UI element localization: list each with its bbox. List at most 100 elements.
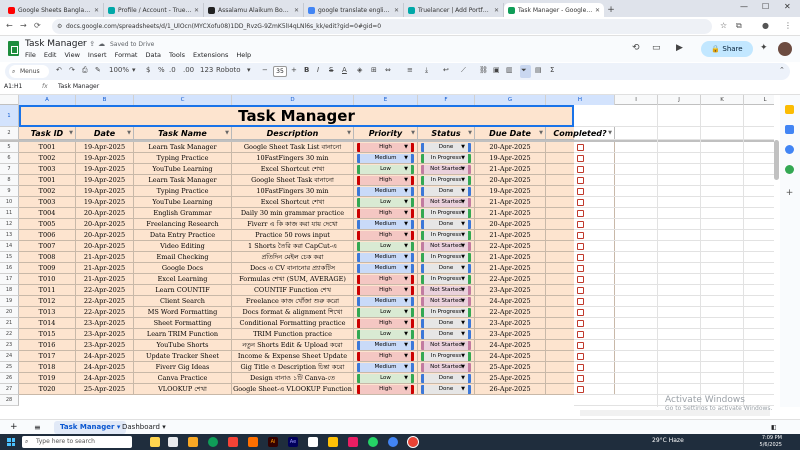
cell-name[interactable]: YouTube Learning: [134, 197, 232, 208]
cell-name[interactable]: Learn Task Manager: [134, 175, 232, 186]
forward-icon[interactable]: →: [20, 21, 27, 30]
windows-start-icon[interactable]: [7, 438, 15, 446]
priority-dropdown-chip[interactable]: Low ▼: [357, 165, 414, 174]
cell-date[interactable]: 21-Apr-2025: [76, 263, 134, 274]
priority-dropdown-chip[interactable]: High ▼: [357, 176, 414, 185]
status-dropdown-chip[interactable]: In Progress ▼: [421, 154, 471, 163]
cell-due[interactable]: 23-Apr-2025: [475, 285, 546, 296]
row-header[interactable]: 24: [0, 351, 19, 362]
chevron-down-icon[interactable]: ▼: [461, 176, 465, 185]
status-dropdown-chip[interactable]: In Progress ▼: [421, 209, 471, 218]
cell-date[interactable]: 22-Apr-2025: [76, 307, 134, 318]
cell-desc[interactable]: 1 Shorts তৈরি করা CapCut-এ: [232, 241, 354, 252]
cell-due[interactable]: 21-Apr-2025: [475, 164, 546, 175]
text-rotation-icon[interactable]: ⟋: [461, 66, 466, 75]
cell-date[interactable]: 24-Apr-2025: [76, 351, 134, 362]
close-window-icon[interactable]: ✕: [784, 2, 791, 11]
increase-decimal-button[interactable]: .00: [183, 66, 194, 74]
app-icon-white[interactable]: [308, 437, 318, 447]
illustrator-icon[interactable]: Ai: [268, 437, 278, 447]
cell-date[interactable]: 21-Apr-2025: [76, 274, 134, 285]
close-icon[interactable]: ✕: [494, 7, 499, 14]
chevron-down-icon[interactable]: ▾: [247, 66, 251, 74]
app-icon-red[interactable]: [228, 437, 238, 447]
percent-format-button[interactable]: %: [158, 66, 165, 74]
chevron-down-icon[interactable]: ▼: [461, 330, 465, 339]
chevron-down-icon[interactable]: ▼: [461, 385, 465, 394]
cell-date[interactable]: 20-Apr-2025: [76, 230, 134, 241]
filter-dropdown-icon[interactable]: ▼: [539, 127, 543, 140]
redo-icon[interactable]: ↷: [69, 66, 75, 74]
currency-format-button[interactable]: $: [146, 66, 150, 74]
vertical-scrollbar[interactable]: [774, 140, 779, 180]
column-header-c[interactable]: C: [134, 95, 232, 105]
priority-dropdown-chip[interactable]: Low ▼: [357, 330, 414, 339]
priority-dropdown-chip[interactable]: Medium ▼: [357, 363, 414, 372]
chevron-down-icon[interactable]: ▼: [404, 220, 408, 229]
priority-dropdown-chip[interactable]: Medium ▼: [357, 154, 414, 163]
cell-id[interactable]: T014: [19, 318, 76, 329]
cell-desc[interactable]: প্রতিদিন মেইল চেক করা: [232, 252, 354, 263]
cell-desc[interactable]: 10FastFingers 30 min: [232, 186, 354, 197]
cell-desc[interactable]: নতুন Shorts Edit & Upload করো: [232, 340, 354, 351]
priority-dropdown-chip[interactable]: High ▼: [357, 209, 414, 218]
chevron-down-icon[interactable]: ▾: [162, 423, 166, 431]
chevron-down-icon[interactable]: ▼: [404, 385, 408, 394]
row-header[interactable]: 9: [0, 186, 19, 197]
cell-desc[interactable]: Gig Title ও Description চিন্তা করো: [232, 362, 354, 373]
priority-dropdown-chip[interactable]: High ▼: [357, 275, 414, 284]
cell-desc[interactable]: Excel Shortcut শেখা: [232, 197, 354, 208]
borders-icon[interactable]: ⊞: [371, 66, 377, 74]
row-header[interactable]: 12: [0, 219, 19, 230]
row-header[interactable]: 27: [0, 384, 19, 395]
vertical-align-icon[interactable]: ⤓: [425, 66, 428, 75]
cell-name[interactable]: Freelancing Research: [134, 219, 232, 230]
cell-id[interactable]: T020: [19, 384, 76, 395]
edge-icon[interactable]: [208, 437, 218, 447]
priority-dropdown-chip[interactable]: High ▼: [357, 231, 414, 240]
close-icon[interactable]: ✕: [595, 7, 600, 14]
status-dropdown-chip[interactable]: Done ▼: [421, 330, 471, 339]
chevron-down-icon[interactable]: ▼: [461, 165, 465, 174]
cell-due[interactable]: 19-Apr-2025: [475, 153, 546, 164]
menu-insert[interactable]: Insert: [88, 51, 107, 59]
cell-date[interactable]: 20-Apr-2025: [76, 241, 134, 252]
cell-due[interactable]: 24-Apr-2025: [475, 351, 546, 362]
extensions-icon[interactable]: ⧉: [736, 21, 742, 31]
status-dropdown-chip[interactable]: In Progress ▼: [421, 352, 471, 361]
cell-id[interactable]: T006: [19, 230, 76, 241]
cell-id[interactable]: T008: [19, 252, 76, 263]
chevron-down-icon[interactable]: ▼: [404, 352, 408, 361]
cell-date[interactable]: 25-Apr-2025: [76, 384, 134, 395]
chevron-down-icon[interactable]: ▼: [461, 143, 465, 152]
comment-icon[interactable]: ▣: [493, 66, 500, 74]
move-folder-icon[interactable]: ⇪: [89, 40, 98, 48]
chrome-icon[interactable]: [388, 437, 398, 447]
fill-color-icon[interactable]: ◈: [357, 66, 362, 74]
column-title[interactable]: Priority ▼: [354, 127, 418, 140]
row-header[interactable]: 25: [0, 362, 19, 373]
chevron-down-icon[interactable]: ▼: [404, 374, 408, 383]
status-dropdown-chip[interactable]: Not Started ▼: [421, 297, 471, 306]
contacts-icon[interactable]: [785, 145, 794, 154]
chrome-active-icon[interactable]: [407, 436, 419, 448]
collapse-toolbar-icon[interactable]: ⌃: [779, 66, 785, 74]
comments-icon[interactable]: ▭: [652, 43, 661, 53]
row-header[interactable]: 17: [0, 274, 19, 285]
chevron-down-icon[interactable]: ▼: [404, 253, 408, 262]
cell-date[interactable]: 22-Apr-2025: [76, 285, 134, 296]
cell-date[interactable]: 24-Apr-2025: [76, 362, 134, 373]
column-header-i[interactable]: I: [615, 95, 658, 105]
cell-date[interactable]: 24-Apr-2025: [76, 373, 134, 384]
sheets-logo-icon[interactable]: [8, 41, 19, 56]
cell-desc[interactable]: Docs এ CV বানানোর প্র্যাকটিস: [232, 263, 354, 274]
decrease-decimal-button[interactable]: .0: [169, 66, 176, 74]
chevron-down-icon[interactable]: ▼: [461, 308, 465, 317]
file-explorer-icon[interactable]: [188, 437, 198, 447]
cell-desc[interactable]: Conditional Formatting practice: [232, 318, 354, 329]
link-icon[interactable]: ⛓: [479, 66, 488, 74]
filter-icon[interactable]: ⏷: [521, 66, 527, 75]
cell-due[interactable]: 22-Apr-2025: [475, 274, 546, 285]
row-header[interactable]: 10: [0, 197, 19, 208]
cell-id[interactable]: T009: [19, 263, 76, 274]
